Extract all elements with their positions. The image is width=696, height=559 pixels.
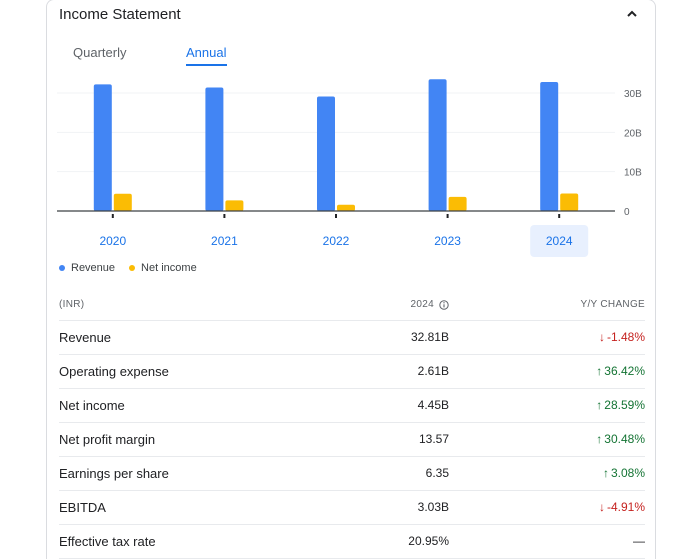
row-label: Revenue xyxy=(59,330,112,345)
revenue-dot-icon xyxy=(59,265,65,271)
row-label: EBITDA xyxy=(59,500,106,515)
revenue-bar xyxy=(540,81,559,212)
net-income-bar xyxy=(113,193,132,211)
row-value: 3.03B xyxy=(417,500,449,514)
row-change-value: 30.48% xyxy=(604,432,645,446)
row-change: ↑ 3.08% xyxy=(603,466,645,480)
table-row: Revenue 32.81B ↓ -1.48% xyxy=(59,321,645,355)
net-income-bar xyxy=(560,193,579,211)
row-change: ↑ 36.42% xyxy=(596,364,645,378)
info-icon[interactable] xyxy=(439,299,449,310)
legend-label-revenue: Revenue xyxy=(71,262,116,274)
table-row: Effective tax rate 20.95% — xyxy=(59,525,645,559)
row-change: ↓ -4.91% xyxy=(599,500,645,514)
arrow-up-icon: ↑ xyxy=(596,432,603,446)
row-change: — xyxy=(631,534,645,548)
table-row: Earnings per share 6.35 ↑ 3.08% xyxy=(59,457,645,491)
table-header: (INR) 2024 Y/Y CHANGE xyxy=(59,288,645,321)
legend-label-net-income: Net income xyxy=(141,262,197,274)
legend-item-net-income: Net income xyxy=(129,262,197,274)
revenue-bar xyxy=(205,87,224,211)
net-income-bar xyxy=(448,196,467,211)
chart-legend: Revenue Net income xyxy=(59,262,197,274)
table-row: Net income 4.45B ↑ 28.59% xyxy=(59,389,645,423)
row-change: ↓ -1.48% xyxy=(599,330,645,344)
row-label: Net profit margin xyxy=(59,432,156,447)
period-header: 2024 xyxy=(411,299,449,310)
row-change-value: -4.91% xyxy=(606,500,645,514)
row-change-value: 3.08% xyxy=(610,466,645,480)
row-change: ↑ 28.59% xyxy=(596,398,645,412)
y-tick-label: 10B xyxy=(624,168,642,179)
arrow-up-icon: ↑ xyxy=(596,364,603,378)
row-label: Earnings per share xyxy=(59,466,169,481)
row-value: 4.45B xyxy=(417,398,449,412)
currency-header: (INR) xyxy=(59,299,85,310)
arrow-up-icon: ↑ xyxy=(596,398,603,412)
row-label: Net income xyxy=(59,398,125,413)
row-value: 6.35 xyxy=(425,466,449,480)
row-change-value: 36.42% xyxy=(604,364,645,378)
y-tick-label: 0 xyxy=(624,207,630,218)
revenue-bar xyxy=(428,79,447,211)
x-tick-label-2024[interactable]: 2024 xyxy=(546,234,573,248)
row-label: Effective tax rate xyxy=(59,534,156,549)
row-change-value: — xyxy=(633,534,645,548)
arrow-down-icon: ↓ xyxy=(598,330,605,344)
arrow-up-icon: ↑ xyxy=(602,466,609,480)
revenue-bar xyxy=(93,84,112,211)
revenue-bar xyxy=(317,96,335,211)
x-tick-label-2021[interactable]: 2021 xyxy=(211,234,238,248)
financials-table: (INR) 2024 Y/Y CHANGE Revenue 32.81B ↓ -1.4… xyxy=(59,288,645,559)
row-change-value: 28.59% xyxy=(604,398,645,412)
table-body: Revenue 32.81B ↓ -1.48% Operating expense 2.6… xyxy=(59,321,645,559)
row-change: ↑ 30.48% xyxy=(596,432,645,446)
net-income-dot-icon xyxy=(129,265,136,271)
income-statement-card: Income Statement Quarterly Annual 0 10B 20… xyxy=(46,0,656,559)
row-label: Operating expense xyxy=(59,364,169,379)
period-header-label: 2024 xyxy=(410,299,434,310)
net-income-bar xyxy=(225,200,244,211)
net-income-bar xyxy=(337,204,355,211)
income-chart: 0 10B 20B 30B 2020 2021 2022 2023 2024 xyxy=(57,79,642,257)
row-value: 20.95% xyxy=(408,534,449,548)
change-header: Y/Y CHANGE xyxy=(580,299,645,310)
legend-item-revenue: Revenue xyxy=(59,262,115,274)
row-value: 13.57 xyxy=(418,432,449,446)
table-row: Operating expense 2.61B ↑ 36.42% xyxy=(59,355,645,389)
y-tick-label: 20B xyxy=(624,128,642,139)
x-tick-label-2022[interactable]: 2022 xyxy=(323,234,350,248)
x-tick-label-2020[interactable]: 2020 xyxy=(99,234,126,248)
row-change-value: -1.48% xyxy=(606,330,645,344)
row-value: 2.61B xyxy=(417,364,449,378)
table-row: EBITDA 3.03B ↓ -4.91% xyxy=(59,491,645,525)
y-tick-label: 30B xyxy=(624,89,642,100)
table-row: Net profit margin 13.57 ↑ 30.48% xyxy=(59,423,645,457)
row-value: 32.81B xyxy=(410,330,449,344)
x-tick-label-2023[interactable]: 2023 xyxy=(434,234,461,248)
arrow-down-icon: ↓ xyxy=(598,500,605,514)
